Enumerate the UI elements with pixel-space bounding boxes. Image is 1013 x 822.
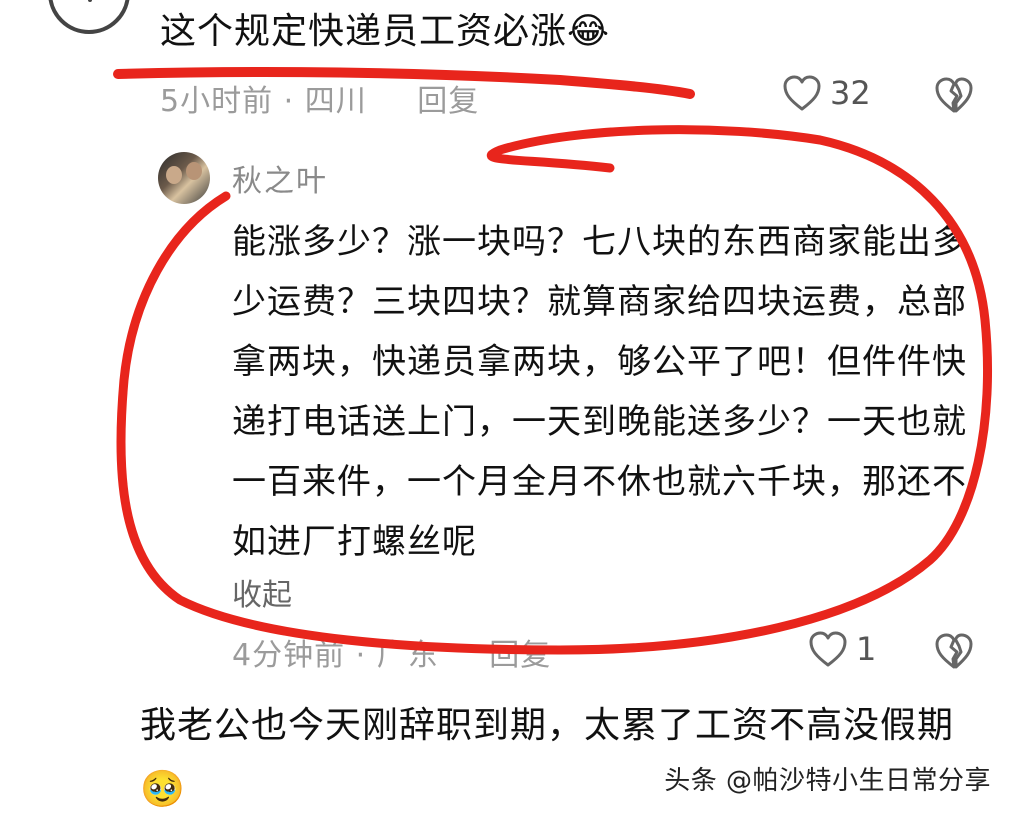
comment-location: 四川 [304, 84, 367, 119]
like-count: 32 [830, 74, 871, 112]
collapse-button[interactable]: 收起 [232, 570, 292, 614]
reply-button[interactable]: 回复 [417, 84, 479, 119]
comment-text: 这个规定快递员工资必涨😂 [160, 2, 610, 62]
avatar-partial[interactable] [48, 0, 130, 34]
reply-location: 广东 [376, 638, 439, 673]
comment-meta: 5小时前 · 四川 回复 [160, 76, 479, 120]
heart-icon [783, 75, 821, 111]
watermark: 头条 @帕沙特小生日常分享 [664, 766, 991, 796]
laugh-cry-emoji-icon: 😂 [567, 11, 611, 52]
like-button[interactable]: 32 [782, 74, 871, 112]
like-button[interactable]: 1 [808, 630, 876, 668]
pleading-face-emoji-icon: 🥹 [140, 769, 186, 810]
reply-button[interactable]: 回复 [489, 638, 551, 673]
meta-dot: · [355, 638, 367, 673]
avatar[interactable] [158, 152, 210, 204]
reply-text: 能涨多少？涨一块吗？七八块的东西商家能出多少运费？三块四块？就算商家给四块运费，… [232, 222, 967, 562]
avatar-face [166, 166, 182, 184]
like-count: 1 [856, 630, 877, 668]
dislike-button[interactable] [934, 632, 974, 674]
reply-time: 4分钟前 [232, 638, 346, 673]
avatar-face [186, 162, 202, 180]
broken-heart-icon [935, 633, 973, 669]
broken-heart-icon [935, 77, 973, 113]
comment-text-content: 这个规定快递员工资必涨 [160, 11, 568, 52]
heart-icon [809, 631, 847, 667]
comment-text: 我老公也今天刚辞职到期，太累了工资不高没假期 🥹 [140, 694, 980, 822]
comment-time: 5小时前 [160, 84, 274, 119]
reply-username[interactable]: 秋之叶 [232, 156, 328, 200]
reply-meta: 4分钟前 · 广东 回复 [232, 630, 551, 674]
dislike-button[interactable] [934, 76, 974, 118]
comment-text-content: 我老公也今天刚辞职到期，太累了工资不高没假期 [140, 705, 955, 746]
avatar-mark [88, 0, 92, 2]
meta-dot: · [283, 84, 295, 119]
